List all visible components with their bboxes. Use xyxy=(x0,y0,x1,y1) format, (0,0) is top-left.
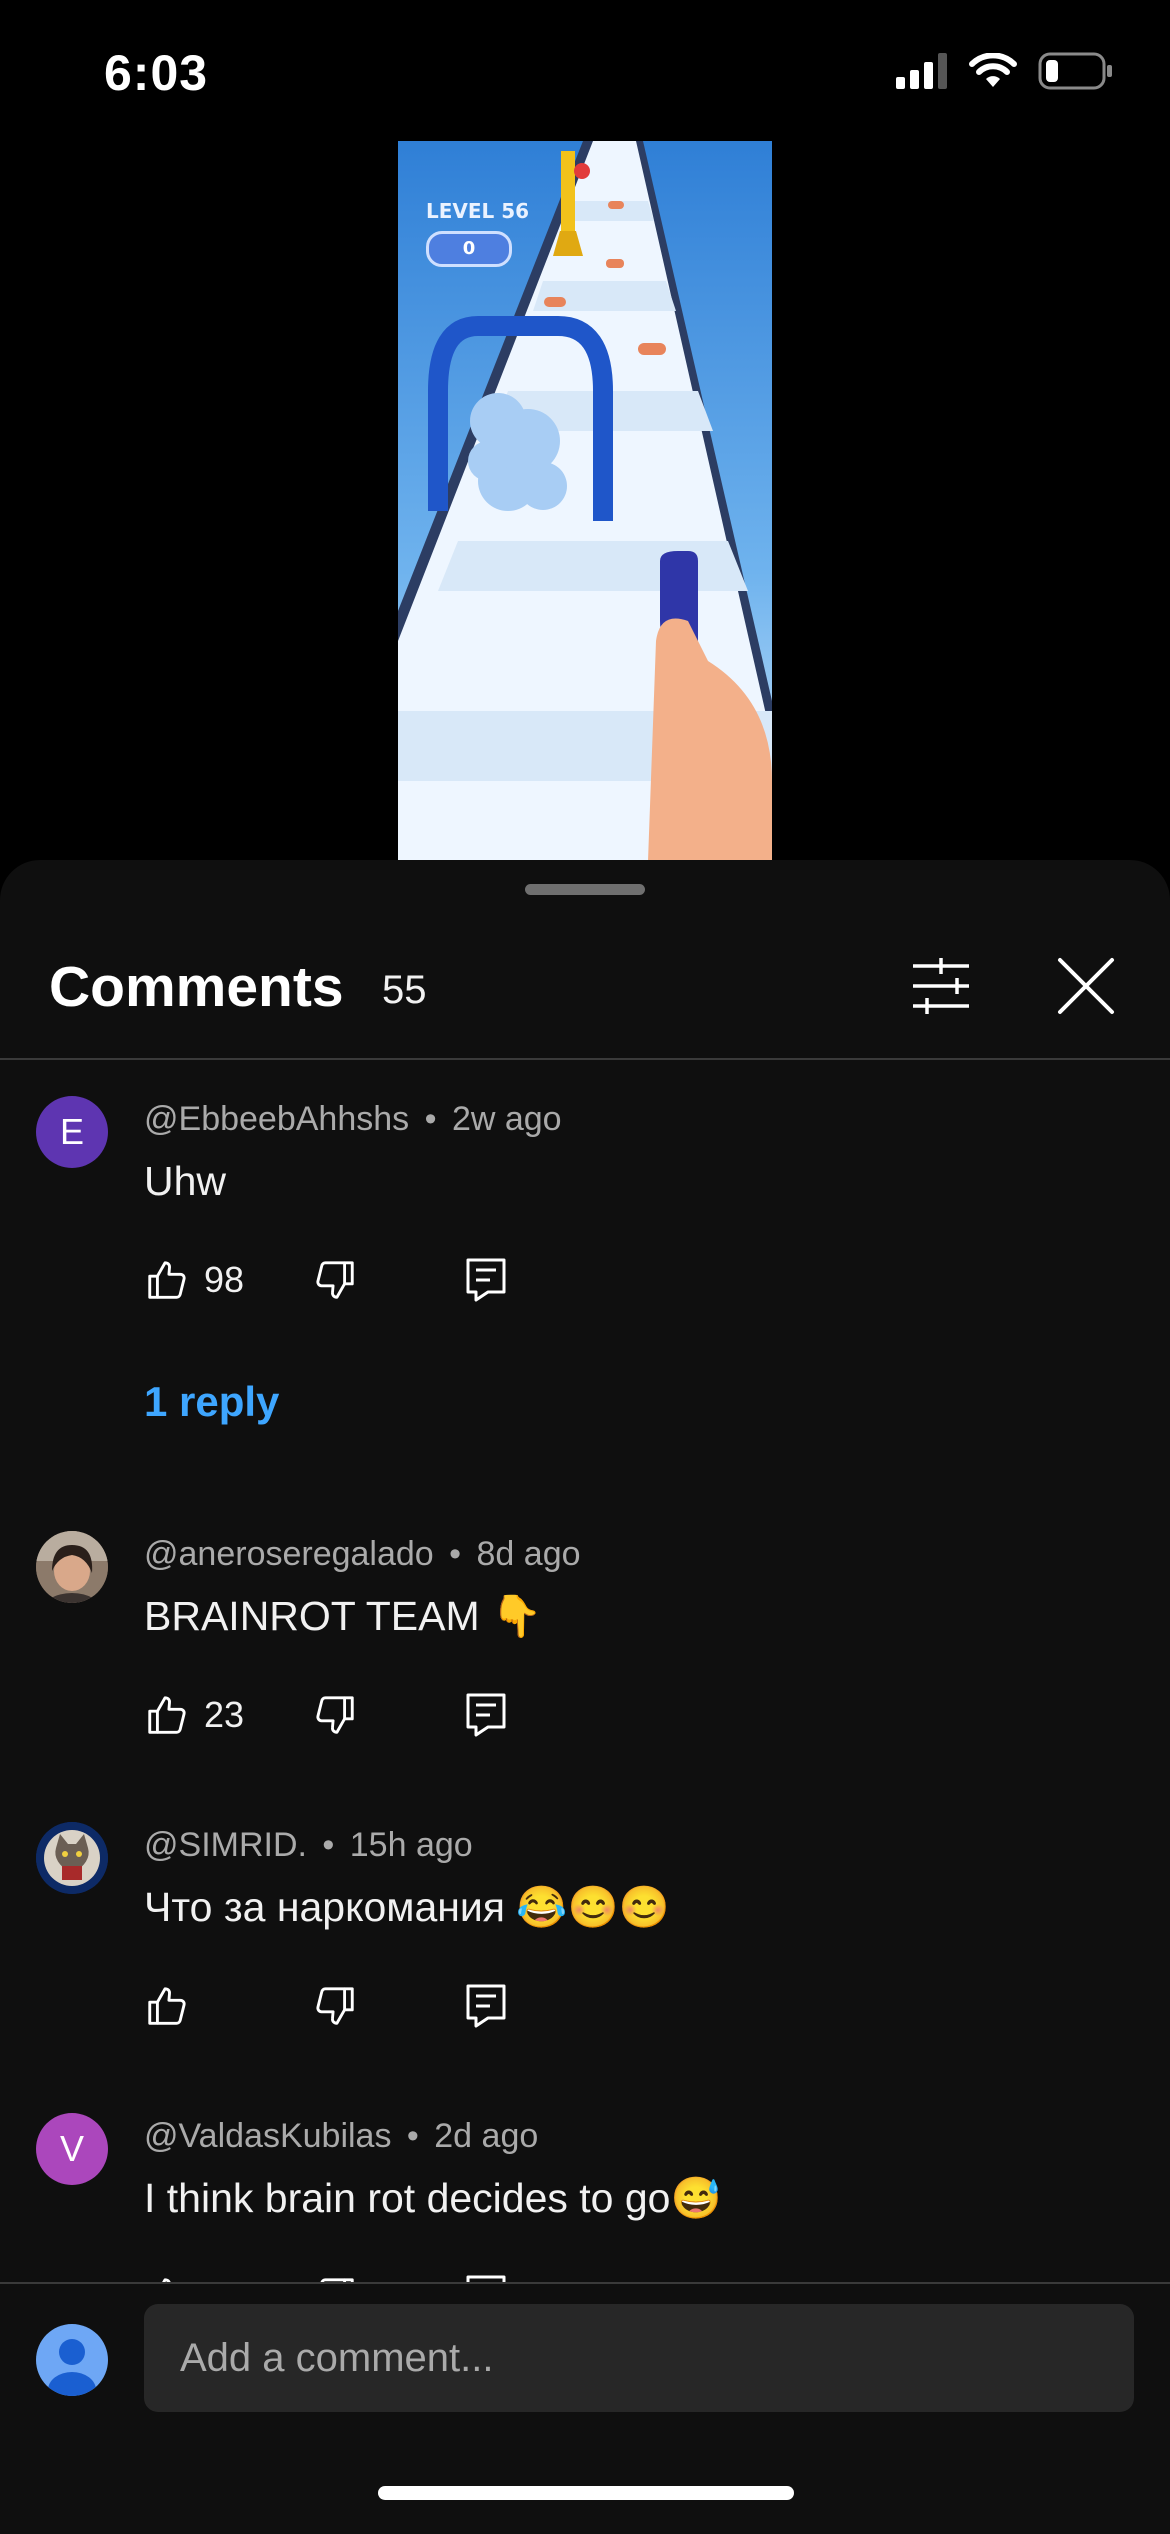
sort-filter-button[interactable] xyxy=(905,950,977,1022)
comment-time: 8d ago xyxy=(476,1535,581,1573)
comment-reply-icon xyxy=(466,1984,506,2028)
comment-text: Uhw xyxy=(144,1158,227,1204)
dislike-button[interactable] xyxy=(312,1980,358,2032)
close-icon xyxy=(1058,958,1114,1014)
close-button[interactable] xyxy=(1050,950,1122,1022)
comment-time: 2d ago xyxy=(434,2117,539,2155)
like-count: 98 xyxy=(204,1259,245,1300)
thumb-down-icon xyxy=(316,1987,354,2025)
avatar-photo xyxy=(36,1531,108,1603)
add-comment-input[interactable] xyxy=(144,2304,1134,2412)
avatar-letter: E xyxy=(59,1111,84,1152)
status-icons xyxy=(896,52,1114,90)
battery-icon xyxy=(1038,52,1112,90)
comment-meta: @aneroseregalado • 8d ago xyxy=(144,1535,581,1573)
thumb-down-icon xyxy=(316,1261,354,1299)
comment-actions xyxy=(144,1980,744,2032)
wifi-icon xyxy=(969,53,1017,87)
comment-text: Что за наркомания 😂😊😊 xyxy=(144,1884,670,1930)
status-bar: 6:03 xyxy=(0,0,1170,140)
comment-text: BRAINROT TEAM 👇 xyxy=(144,1593,543,1639)
sliders-icon xyxy=(913,958,969,1014)
comment-author[interactable]: @EbbeebAhhshs xyxy=(144,1100,409,1138)
comment-actions: 98 xyxy=(144,1254,744,1306)
video-player[interactable]: LEVEL 56 0 xyxy=(398,141,772,861)
like-button[interactable]: 23 xyxy=(144,1689,244,1741)
avatar[interactable] xyxy=(36,1531,108,1603)
game-score-badge: 0 xyxy=(426,231,512,267)
view-replies-link[interactable]: 1 reply xyxy=(144,1378,279,1426)
comments-title: Comments xyxy=(49,955,344,1019)
status-time: 6:03 xyxy=(104,45,209,101)
game-level-label: LEVEL 56 xyxy=(426,199,530,223)
avatar[interactable]: V xyxy=(36,2113,108,2185)
comment-author[interactable]: @aneroseregalado xyxy=(144,1535,434,1573)
cellular-signal-icon xyxy=(896,53,947,89)
comment-meta: @SIMRID. • 15h ago xyxy=(144,1826,473,1864)
avatar[interactable]: E xyxy=(36,1096,108,1168)
dislike-button[interactable] xyxy=(312,1689,358,1741)
comment-time: 15h ago xyxy=(349,1826,473,1864)
reply-button[interactable] xyxy=(464,1980,508,2032)
comment-text: I think brain rot decides to go😅 xyxy=(144,2175,722,2221)
comment-time: 2w ago xyxy=(451,1100,562,1138)
avatar-letter: V xyxy=(59,2128,84,2169)
home-indicator[interactable] xyxy=(378,2486,794,2500)
thumb-down-icon xyxy=(316,1696,354,1734)
avatar-photo xyxy=(36,1822,108,1894)
comment-meta: @EbbeebAhhshs • 2w ago xyxy=(144,1100,562,1138)
default-user-icon xyxy=(48,2339,96,2396)
dislike-button[interactable] xyxy=(312,1254,358,1306)
drag-handle[interactable] xyxy=(525,884,645,895)
avatar[interactable] xyxy=(36,1822,108,1894)
comment-actions: 23 xyxy=(144,1689,744,1741)
comment-author[interactable]: @ValdasKubilas xyxy=(144,2117,391,2155)
comments-count: 55 xyxy=(382,968,427,1012)
reply-button[interactable] xyxy=(464,1689,508,1741)
header-divider xyxy=(0,1058,1170,1060)
comment-meta: @ValdasKubilas • 2d ago xyxy=(144,2117,539,2155)
like-count: 23 xyxy=(204,1694,245,1735)
thumb-up-icon xyxy=(148,1987,186,2025)
user-avatar[interactable] xyxy=(36,2324,108,2396)
comment-reply-icon xyxy=(466,1693,506,1737)
comment-reply-icon xyxy=(466,1258,506,1302)
comment-author[interactable]: @SIMRID. xyxy=(144,1826,307,1864)
like-button[interactable] xyxy=(144,1980,204,2032)
comment-compose-bar xyxy=(0,2282,1170,2534)
thumb-up-icon xyxy=(148,1696,186,1734)
thumb-up-icon xyxy=(148,1261,186,1299)
reply-button[interactable] xyxy=(464,1254,508,1306)
like-button[interactable]: 98 xyxy=(144,1254,244,1306)
